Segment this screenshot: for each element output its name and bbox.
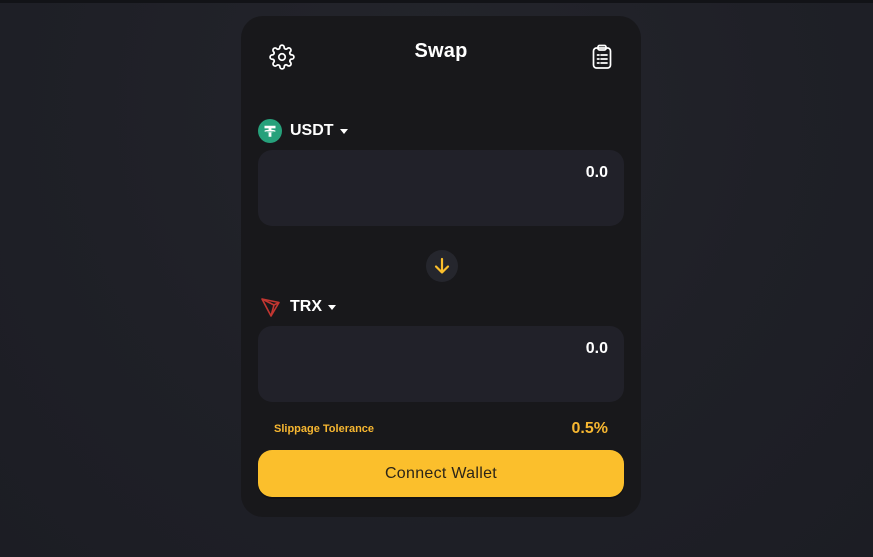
- arrow-down-icon: [434, 257, 450, 274]
- to-token-label: TRX: [290, 298, 322, 315]
- from-amount-field[interactable]: 0.0: [258, 150, 624, 226]
- history-button[interactable]: [588, 43, 616, 71]
- swap-card: Swap USDT 0.0 TRX 0.0 Slippage Tolerance…: [241, 16, 641, 517]
- page-title: Swap: [414, 40, 468, 62]
- to-amount-value[interactable]: 0.0: [308, 340, 608, 358]
- from-token-label: USDT: [290, 122, 334, 139]
- to-amount-field[interactable]: 0.0: [258, 326, 624, 402]
- connect-wallet-button[interactable]: Connect Wallet: [258, 450, 624, 497]
- from-amount-value[interactable]: 0.0: [308, 164, 608, 182]
- clipboard-icon: [592, 44, 612, 69]
- from-token-select[interactable]: USDT: [258, 119, 348, 143]
- tether-icon: [258, 119, 282, 143]
- tron-icon: [261, 298, 280, 317]
- slippage-label: Slippage Tolerance: [274, 423, 375, 435]
- switch-direction-button[interactable]: [426, 250, 458, 282]
- caret-down-icon: [339, 128, 348, 134]
- top-border: [0, 0, 873, 3]
- slippage-value[interactable]: 0.5%: [572, 420, 608, 438]
- to-token-select[interactable]: TRX: [260, 296, 336, 318]
- caret-down-icon: [328, 304, 336, 310]
